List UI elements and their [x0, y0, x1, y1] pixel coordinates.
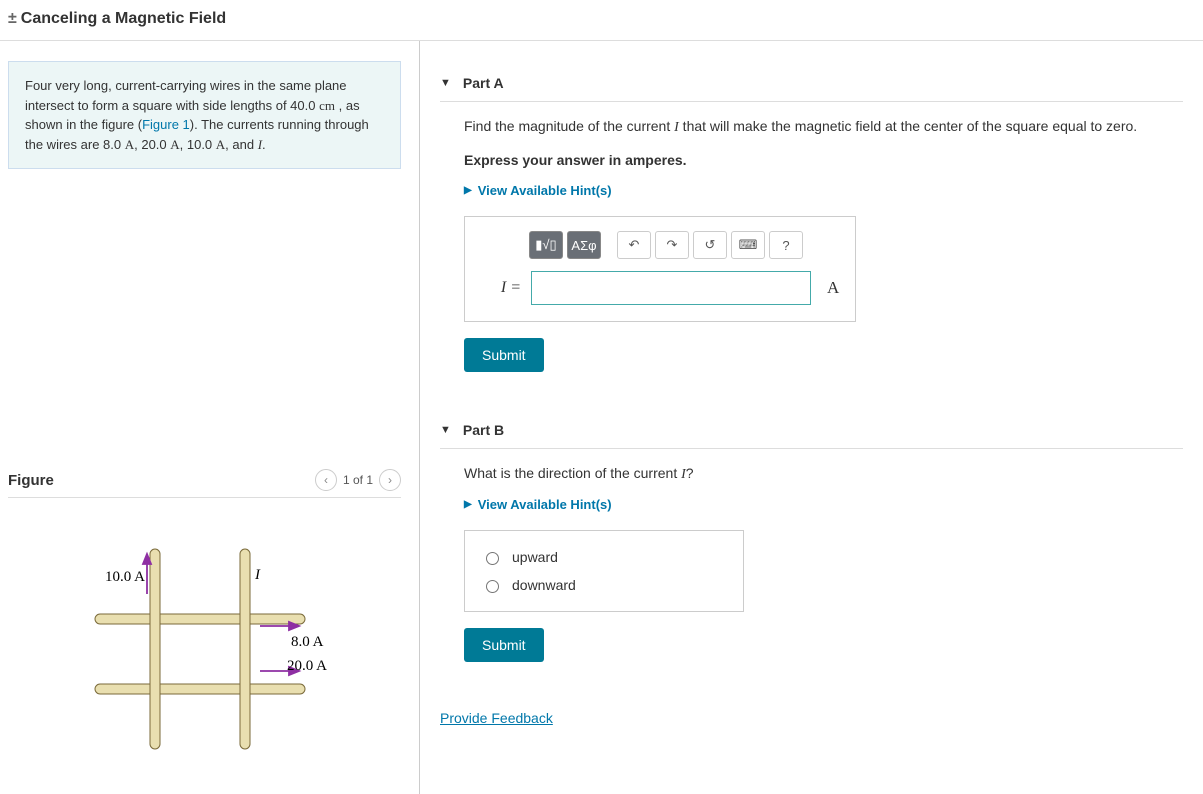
problem-statement: Four very long, current-carrying wires i…	[8, 61, 401, 169]
templates-button[interactable]: ▮√▯	[529, 231, 563, 259]
option-upward-label: upward	[512, 549, 558, 565]
collapse-icon: ▼	[440, 77, 451, 89]
figure-svg: 10.0 A I 8.0 A 20.0 A	[55, 534, 355, 754]
page-title: ±Canceling a Magnetic Field	[0, 0, 1203, 41]
answer-input[interactable]	[531, 271, 811, 305]
right-column: ▼ Part A Find the magnitude of the curre…	[420, 41, 1203, 794]
fig-label-I: I	[254, 567, 261, 583]
partA-answer-box: ▮√▯ ΑΣφ ↶ ↷ ↺ ⌨ ? I = A	[464, 216, 856, 322]
radio-downward[interactable]	[486, 580, 499, 593]
partA-instruction: Express your answer in amperes.	[464, 150, 1183, 171]
provide-feedback-link[interactable]: Provide Feedback	[440, 710, 1183, 726]
redo-button[interactable]: ↷	[655, 231, 689, 259]
chevron-right-icon: ▶	[464, 499, 472, 510]
figure-prev-button[interactable]: ‹	[315, 469, 337, 491]
figure-body: 10.0 A I 8.0 A 20.0 A	[0, 504, 409, 784]
partA-hints-label: View Available Hint(s)	[478, 183, 612, 198]
partA-header[interactable]: ▼ Part A	[440, 71, 1183, 102]
title-prefix: ±	[8, 10, 17, 27]
partB-body: What is the direction of the current I? …	[440, 463, 1183, 682]
undo-button[interactable]: ↶	[617, 231, 651, 259]
keyboard-button[interactable]: ⌨	[731, 231, 765, 259]
figure-header: Figure ‹ 1 of 1 ›	[8, 469, 401, 498]
figure-pager: ‹ 1 of 1 ›	[315, 469, 401, 491]
title-text: Canceling a Magnetic Field	[21, 10, 226, 27]
partB-hints-toggle[interactable]: ▶ View Available Hint(s)	[464, 497, 1183, 512]
option-upward[interactable]: upward	[481, 543, 727, 571]
figure-next-button[interactable]: ›	[379, 469, 401, 491]
chevron-right-icon: ▶	[464, 185, 472, 196]
main-layout: Four very long, current-carrying wires i…	[0, 41, 1203, 794]
figure-pager-text: 1 of 1	[343, 473, 373, 487]
figure-link[interactable]: Figure 1	[142, 117, 190, 132]
option-downward[interactable]: downward	[481, 571, 727, 599]
eq-lhs: I =	[481, 279, 521, 297]
equation-toolbar: ▮√▯ ΑΣφ ↶ ↷ ↺ ⌨ ?	[529, 231, 839, 259]
partA-label: Part A	[463, 75, 504, 91]
partA-body: Find the magnitude of the current I that…	[440, 116, 1183, 392]
partA-submit-button[interactable]: Submit	[464, 338, 544, 372]
fig-label-8A: 8.0 A	[291, 634, 324, 650]
partA-question: Find the magnitude of the current I that…	[464, 116, 1183, 138]
partB-options-box: upward downward	[464, 530, 744, 612]
partB-submit-button[interactable]: Submit	[464, 628, 544, 662]
partB-question: What is the direction of the current I?	[464, 463, 1183, 485]
partA-hints-toggle[interactable]: ▶ View Available Hint(s)	[464, 183, 1183, 198]
partB-header[interactable]: ▼ Part B	[440, 418, 1183, 449]
radio-upward[interactable]	[486, 552, 499, 565]
symbols-button[interactable]: ΑΣφ	[567, 231, 601, 259]
fig-label-20A: 20.0 A	[287, 658, 327, 674]
partB-label: Part B	[463, 422, 504, 438]
reset-button[interactable]: ↺	[693, 231, 727, 259]
help-button[interactable]: ?	[769, 231, 803, 259]
answer-unit: A	[821, 278, 839, 298]
option-downward-label: downward	[512, 577, 576, 593]
collapse-icon: ▼	[440, 424, 451, 436]
fig-label-10A: 10.0 A	[105, 569, 145, 585]
equation-row: I = A	[481, 271, 839, 305]
left-column: Four very long, current-carrying wires i…	[0, 41, 420, 794]
figure-heading: Figure	[8, 472, 54, 489]
partB-hints-label: View Available Hint(s)	[478, 497, 612, 512]
